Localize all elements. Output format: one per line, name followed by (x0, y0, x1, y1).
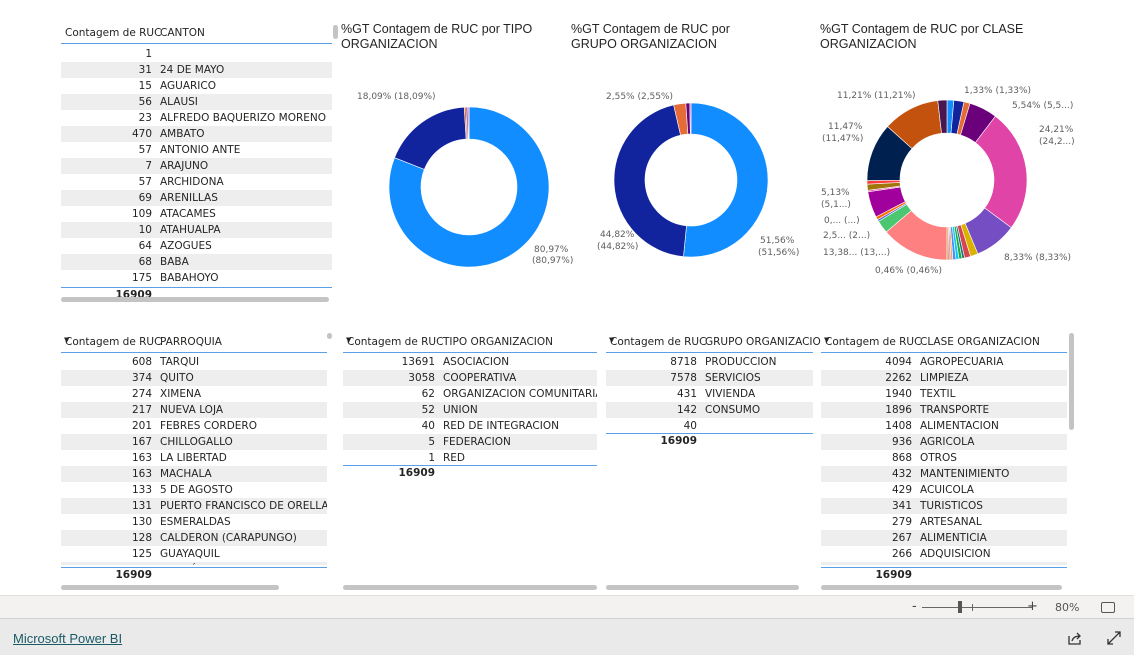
donut-chart-2 (866, 99, 1028, 261)
zoom-slider-tick (972, 604, 973, 611)
data-label: (80,97%) (532, 256, 574, 266)
data-label: 13,38... (13,...) (823, 248, 891, 258)
zoom-in-button[interactable]: + (1027, 599, 1038, 614)
data-label: 1,33% (1,33%) (964, 86, 1032, 96)
donut-chart-1 (613, 102, 769, 258)
footer: Microsoft Power BI (0, 618, 1134, 655)
data-label: 8,33% (8,33%) (1004, 253, 1072, 263)
zoom-level: 80% (1055, 601, 1080, 614)
data-label: (11,47%) (822, 134, 864, 144)
data-label: 5,13% (821, 188, 850, 198)
expand-icon[interactable] (1106, 630, 1122, 646)
data-label: (24,2...) (1039, 137, 1075, 147)
zoom-slider-thumb[interactable] (958, 601, 962, 613)
data-label: 44,82% (600, 230, 635, 240)
data-label: 18,09% (18,09%) (357, 92, 436, 102)
donut-slice[interactable] (683, 102, 769, 258)
data-label: 2,5... (2...) (823, 231, 871, 241)
data-label: 51,56% (760, 236, 795, 246)
data-label: (51,56%) (758, 248, 800, 258)
zoom-slider[interactable] (922, 601, 1032, 613)
zoom-out-button[interactable]: - (912, 599, 917, 614)
data-label: 11,47% (828, 122, 863, 132)
zoom-bar: - + 80% (0, 595, 1134, 618)
data-label: 24,21% (1039, 125, 1074, 135)
fit-to-page-icon[interactable] (1101, 602, 1115, 613)
data-label: 80,97% (534, 245, 569, 255)
data-label: 5,54% (5,5...) (1012, 101, 1074, 111)
data-label: 0,... (...) (824, 216, 860, 226)
donut-slice[interactable] (689, 102, 692, 135)
donut-chart-0 (388, 106, 550, 268)
share-icon[interactable] (1067, 630, 1083, 646)
data-label: (44,82%) (597, 242, 639, 252)
data-label: (5,1...) (821, 200, 851, 210)
donut-slice[interactable] (394, 106, 467, 170)
data-label: 11,21% (11,21%) (837, 91, 916, 101)
data-label: 2,55% (2,55%) (606, 92, 674, 102)
power-bi-link[interactable]: Microsoft Power BI (13, 631, 122, 646)
data-label: 0,46% (0,46%) (875, 266, 943, 276)
